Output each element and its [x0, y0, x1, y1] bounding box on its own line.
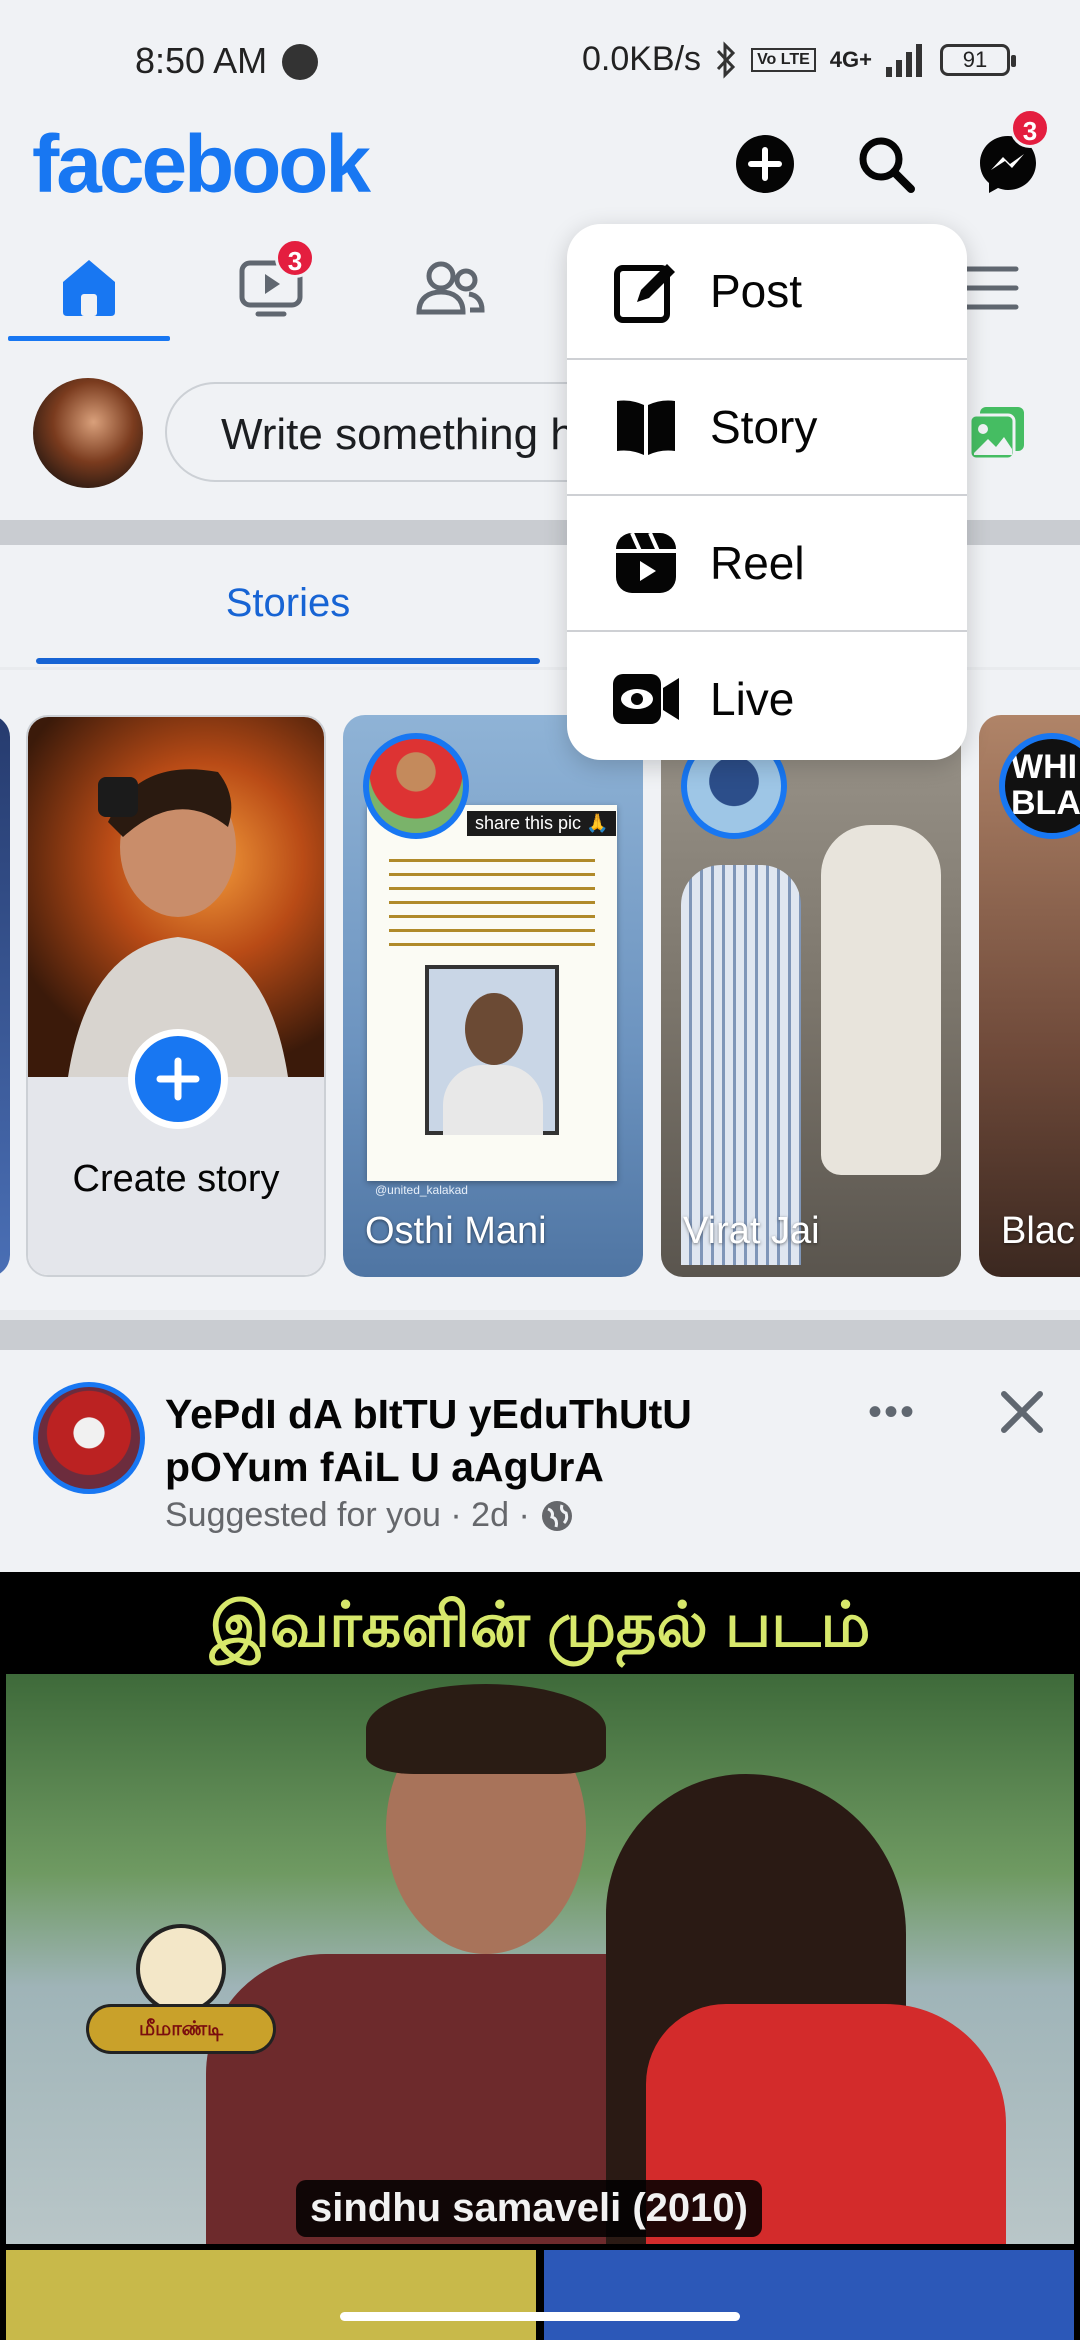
book-icon	[611, 392, 681, 462]
live-icon	[611, 664, 681, 734]
menu-item-label: Live	[710, 673, 795, 725]
photo-icon[interactable]	[968, 405, 1026, 461]
user-avatar[interactable]	[33, 378, 143, 488]
search-icon	[859, 137, 915, 193]
post-image-title: இவர்களின் முதல் படம்	[209, 1591, 871, 1660]
post-author-name[interactable]: YePdI dA bItTU yEduThUtU pOYum fAiL U aA…	[165, 1388, 725, 1494]
active-tab-indicator	[8, 336, 170, 341]
plus-circle-icon	[736, 135, 794, 193]
menu-item-reel[interactable]: Reel	[567, 496, 967, 630]
stories-tab-indicator	[36, 658, 540, 664]
plus-icon	[156, 1057, 200, 1101]
photo-person-hair	[366, 1684, 606, 1774]
story-person	[681, 865, 801, 1265]
messenger-badge: 3	[1010, 108, 1050, 148]
signal-bars-icon	[886, 43, 922, 77]
create-story-label: Create story	[72, 1158, 280, 1200]
close-icon[interactable]	[996, 1386, 1048, 1438]
post-author-avatar[interactable]	[33, 1382, 145, 1494]
story-name: Virat Jai	[683, 1210, 820, 1252]
menu-item-label: Reel	[710, 537, 805, 589]
tab-stories[interactable]: Stories	[36, 581, 540, 626]
poster-photo	[425, 965, 559, 1135]
search-button[interactable]	[846, 124, 926, 204]
post-meta-text: Suggested for you · 2d ·	[165, 1496, 530, 1534]
home-icon	[63, 259, 115, 316]
story-card[interactable]: share this pic 🙏 @united_kalakad Osthi M…	[343, 715, 643, 1277]
battery-icon: 91	[940, 43, 1016, 76]
create-button[interactable]	[725, 124, 805, 204]
story-card-partial[interactable]	[0, 715, 10, 1277]
status-right: 0.0KB/s Vo LTE 4G+ 91	[581, 40, 1016, 79]
section-divider	[0, 1320, 1080, 1350]
story-card[interactable]: Virat Jai	[661, 715, 961, 1277]
status-bar: 8:50 AM 0.0KB/s Vo LTE 4G+ 91	[0, 0, 1080, 120]
menu-item-story[interactable]: Story	[567, 360, 967, 494]
story-name: Osthi Mani	[365, 1210, 547, 1252]
more-options-icon[interactable]: •••	[868, 1390, 916, 1435]
signal-type: 4G+	[829, 46, 872, 72]
menu-item-live[interactable]: Live	[567, 632, 967, 760]
create-story-person	[68, 769, 288, 1077]
post-image[interactable]: இவர்களின் முதல் படம் மீமாண்டி sindhu sam…	[0, 1572, 1080, 2340]
create-story-card[interactable]: Create story	[26, 715, 326, 1277]
menu-item-label: Post	[710, 265, 803, 317]
friends-icon	[416, 261, 485, 314]
meme-logo-text: மீமாண்டி	[86, 2004, 276, 2054]
globe-icon	[541, 1500, 572, 1531]
facebook-logo[interactable]: facebook	[32, 118, 371, 212]
story-overlay-text: share this pic 🙏	[467, 811, 617, 836]
story-animal	[821, 825, 941, 1175]
leaf-status-icon	[282, 44, 318, 80]
post-image-caption: sindhu samaveli (2010)	[296, 2180, 762, 2237]
create-story-photo	[28, 717, 324, 1077]
story-watermark: @united_kalakad	[375, 1183, 468, 1197]
post-photo-second-left	[6, 2250, 536, 2340]
reel-icon	[611, 528, 681, 598]
story-avatar	[363, 733, 469, 839]
tab-video[interactable]: 3	[186, 230, 356, 345]
story-avatar: WHI BLAC	[999, 733, 1080, 839]
post-header: YePdI dA bItTU yEduThUtU pOYum fAiL U aA…	[0, 1350, 1080, 1572]
tab-home[interactable]	[4, 230, 174, 345]
poster-text-lines	[389, 859, 595, 949]
stories-row: Create story share this pic 🙏 @united_ka…	[0, 670, 1080, 1310]
network-speed: 0.0KB/s	[581, 40, 702, 78]
edit-icon	[611, 256, 681, 326]
menu-item-label: Story	[710, 401, 818, 453]
volte-icon: Vo LTE	[751, 47, 816, 72]
gesture-nav-handle[interactable]	[340, 2312, 740, 2321]
create-menu: Post Story Reel Live	[567, 224, 967, 760]
tab-friends[interactable]	[365, 230, 535, 345]
story-name: Blac	[1001, 1210, 1075, 1252]
post-photo-second-right	[544, 2250, 1074, 2340]
meme-logo: மீமாண்டி	[86, 1924, 276, 2064]
story-card[interactable]: WHI BLAC Blac	[979, 715, 1080, 1277]
post-photo: மீமாண்டி	[6, 1674, 1074, 2244]
story-poster: share this pic 🙏	[367, 805, 617, 1181]
menu-item-post[interactable]: Post	[567, 224, 967, 358]
messenger-button[interactable]: 3	[968, 108, 1050, 204]
post-meta: Suggested for you · 2d ·	[165, 1496, 574, 1535]
app-header: facebook 3	[0, 108, 1080, 230]
bluetooth-icon	[716, 40, 736, 79]
video-badge: 3	[275, 238, 315, 278]
status-time: 8:50 AM	[135, 40, 268, 81]
hamburger-menu-icon	[961, 266, 1019, 309]
add-story-button[interactable]	[128, 1029, 228, 1129]
